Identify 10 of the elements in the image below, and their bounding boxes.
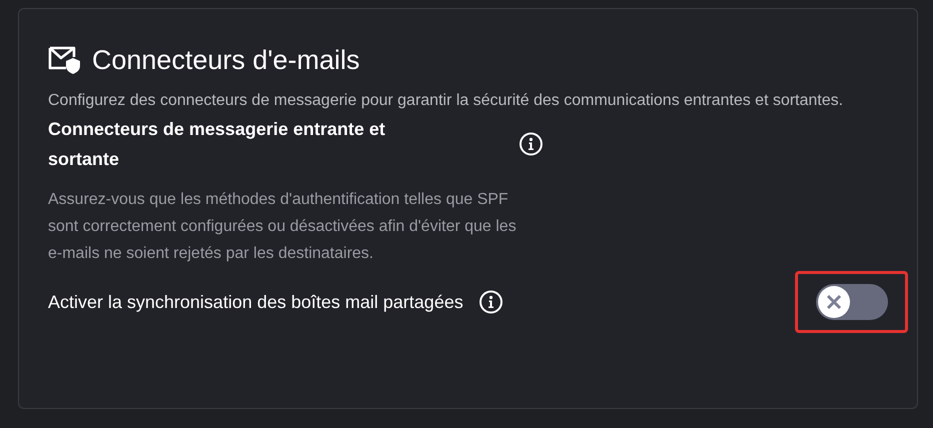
- mail-shield-icon: [48, 46, 82, 74]
- toggle-switch[interactable]: [816, 284, 888, 320]
- setting-label: Activer la synchronisation des boîtes mail partagées: [48, 290, 464, 314]
- card-title: Connecteurs d'e-mails: [92, 44, 360, 77]
- info-icon[interactable]: [479, 290, 504, 314]
- section-description: Assurez-vous que les méthodes d'authentification telles que SPF sont correctement configurées ou désactivées afin d'éviter que les e-mails ne soient rejetés par les destinataires.: [48, 190, 518, 264]
- section-heading: Connecteurs de messagerie entrante et sortante: [48, 118, 386, 171]
- card-description: Configurez des connecteurs de messagerie pour garantir la sécurité des communications entrantes et sortantes.: [48, 91, 844, 111]
- info-icon[interactable]: [519, 132, 543, 156]
- close-icon: [818, 286, 850, 318]
